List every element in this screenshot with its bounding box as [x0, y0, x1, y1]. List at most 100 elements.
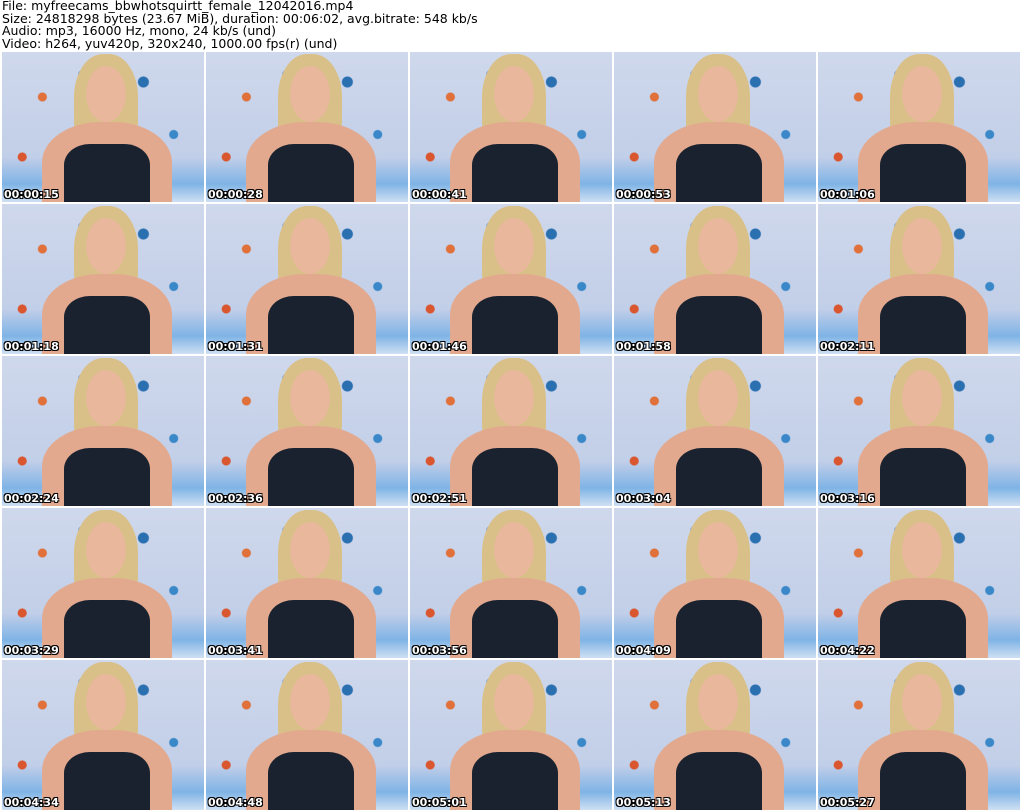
thumbnail-image — [268, 600, 354, 658]
timestamp: 00:03:16 — [820, 492, 875, 505]
video-thumbnail: 00:01:31 — [206, 204, 408, 354]
thumbnail-image — [902, 370, 942, 426]
video-thumbnail: 00:02:11 — [818, 204, 1020, 354]
thumbnail-image — [268, 752, 354, 810]
thumbnail-image — [64, 448, 150, 506]
thumbnail-image — [698, 218, 738, 274]
thumbnail-image — [64, 144, 150, 202]
video-thumbnail: 00:03:16 — [818, 356, 1020, 506]
timestamp: 00:03:04 — [616, 492, 671, 505]
timestamp: 00:01:46 — [412, 340, 467, 353]
thumbnail-image — [86, 66, 126, 122]
thumbnail-image — [902, 66, 942, 122]
thumbnail-image — [698, 66, 738, 122]
timestamp: 00:04:22 — [820, 644, 875, 657]
thumbnail-image — [698, 370, 738, 426]
thumbnail-image — [64, 296, 150, 354]
video-thumbnail: 00:02:36 — [206, 356, 408, 506]
thumbnail-image — [472, 752, 558, 810]
thumbnail-image — [268, 448, 354, 506]
thumbnail-image — [880, 448, 966, 506]
timestamp: 00:02:24 — [4, 492, 59, 505]
thumbnail-image — [494, 66, 534, 122]
thumbnail-image — [902, 522, 942, 578]
thumbnail-image — [290, 370, 330, 426]
timestamp: 00:00:41 — [412, 188, 467, 201]
thumbnail-image — [494, 522, 534, 578]
timestamp: 00:00:28 — [208, 188, 263, 201]
thumbnail-image — [676, 600, 762, 658]
video-thumbnail: 00:03:04 — [614, 356, 816, 506]
thumbnail-image — [86, 370, 126, 426]
timestamp: 00:04:34 — [4, 796, 59, 809]
thumbnail-image — [494, 370, 534, 426]
thumbnail-image — [880, 752, 966, 810]
thumbnail-image — [268, 144, 354, 202]
thumbnail-image — [290, 674, 330, 730]
video-thumbnail: 00:05:27 — [818, 660, 1020, 810]
thumbnail-image — [86, 674, 126, 730]
timestamp: 00:05:27 — [820, 796, 875, 809]
video-thumbnail: 00:01:18 — [2, 204, 204, 354]
video-thumbnail: 00:01:46 — [410, 204, 612, 354]
thumbnail-image — [902, 674, 942, 730]
timestamp: 00:02:51 — [412, 492, 467, 505]
video-thumbnail: 00:02:24 — [2, 356, 204, 506]
thumbnail-image — [698, 674, 738, 730]
file-info-header: File: myfreecams_bbwhotsquirtt_female_12… — [2, 0, 478, 50]
thumbnail-image — [902, 218, 942, 274]
timestamp: 00:02:36 — [208, 492, 263, 505]
timestamp: 00:05:13 — [616, 796, 671, 809]
video-thumbnail: 00:00:15 — [2, 52, 204, 202]
thumbnail-image — [676, 144, 762, 202]
timestamp: 00:04:09 — [616, 644, 671, 657]
thumbnail-image — [472, 448, 558, 506]
timestamp: 00:00:15 — [4, 188, 59, 201]
thumbnail-image — [86, 522, 126, 578]
video-thumbnail: 00:04:48 — [206, 660, 408, 810]
timestamp: 00:01:18 — [4, 340, 59, 353]
thumbnail-image — [64, 752, 150, 810]
thumbnail-image — [268, 296, 354, 354]
video-thumbnail: 00:00:28 — [206, 52, 408, 202]
thumbnail-image — [290, 522, 330, 578]
thumbnail-image — [698, 522, 738, 578]
video-thumbnail: 00:05:13 — [614, 660, 816, 810]
timestamp: 00:03:56 — [412, 644, 467, 657]
thumbnail-image — [64, 600, 150, 658]
thumbnail-image — [676, 448, 762, 506]
video-thumbnail: 00:00:53 — [614, 52, 816, 202]
timestamp: 00:02:11 — [820, 340, 875, 353]
thumbnail-image — [880, 600, 966, 658]
video-thumbnail: 00:04:09 — [614, 508, 816, 658]
timestamp: 00:05:01 — [412, 796, 467, 809]
thumbnail-image — [472, 296, 558, 354]
thumbnail-image — [290, 66, 330, 122]
timestamp: 00:01:58 — [616, 340, 671, 353]
video-thumbnail: 00:02:51 — [410, 356, 612, 506]
video-thumbnail: 00:03:56 — [410, 508, 612, 658]
timestamp: 00:03:41 — [208, 644, 263, 657]
video-info: Video: h264, yuv420p, 320x240, 1000.00 f… — [2, 35, 338, 51]
video-thumbnail: 00:04:34 — [2, 660, 204, 810]
video-thumbnail: 00:03:41 — [206, 508, 408, 658]
timestamp: 00:03:29 — [4, 644, 59, 657]
thumbnail-image — [290, 218, 330, 274]
thumbnail-image — [494, 674, 534, 730]
thumbnail-image — [472, 600, 558, 658]
video-thumbnail: 00:01:06 — [818, 52, 1020, 202]
video-thumbnail: 00:05:01 — [410, 660, 612, 810]
video-thumbnail: 00:01:58 — [614, 204, 816, 354]
thumbnail-image — [494, 218, 534, 274]
video-thumbnail: 00:00:41 — [410, 52, 612, 202]
timestamp: 00:01:06 — [820, 188, 875, 201]
timestamp: 00:01:31 — [208, 340, 263, 353]
thumbnail-image — [676, 296, 762, 354]
thumbnail-image — [676, 752, 762, 810]
timestamp: 00:00:53 — [616, 188, 671, 201]
thumbnail-image — [880, 296, 966, 354]
thumbnail-image — [880, 144, 966, 202]
thumbnail-image — [472, 144, 558, 202]
video-thumbnail: 00:04:22 — [818, 508, 1020, 658]
thumbnail-grid: 00:00:15 00:00:28 00:00:41 00:00:53 00:01:06… — [2, 52, 1020, 810]
